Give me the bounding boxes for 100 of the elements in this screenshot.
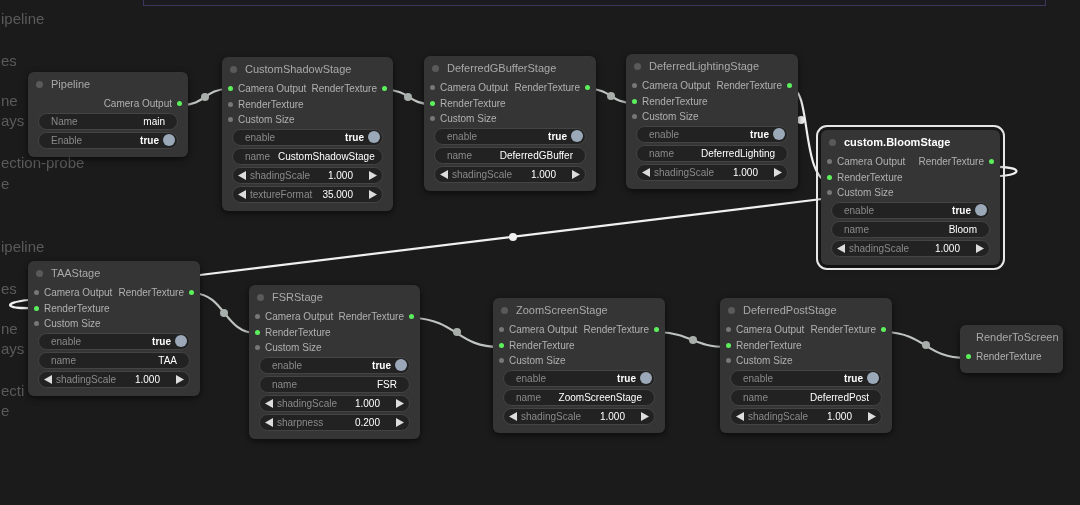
input-label: Camera Output <box>736 323 805 338</box>
number-widget[interactable]: shadingScale 1.000 <box>38 370 190 388</box>
number-widget[interactable]: shadingScale 1.000 <box>831 239 990 257</box>
background-text: ipeline <box>1 237 45 257</box>
graph-node[interactable]: FSRStage Camera Output RenderTexture RenderTexture Custom Size enable true name FSR shadingScale 1.000 sharpness 0.200 <box>249 285 420 439</box>
text-widget[interactable]: name FSR <box>259 375 410 393</box>
text-widget[interactable]: name Bloom <box>831 220 990 238</box>
toggle-widget[interactable]: enable true <box>636 125 788 143</box>
node-title: FSRStage <box>272 289 323 305</box>
number-widget[interactable]: shadingScale 1.000 <box>503 407 655 425</box>
graph-node[interactable]: CustomShadowStage Camera Output RenderTexture RenderTexture Custom Size enable true name CustomShadowStage shadingScale 1.000 textureFormat 35.000 <box>222 57 393 211</box>
input-label: Camera Output <box>440 81 509 96</box>
node-title: ZoomScreenStage <box>516 302 608 318</box>
background-text: ays <box>1 339 25 359</box>
graph-node[interactable]: DeferredPostStage Camera Output RenderTexture RenderTexture Custom Size enable true name DeferredPost shadingScale 1.000 <box>720 298 892 433</box>
graph-node[interactable]: RenderToScreen RenderTexture <box>960 325 1063 373</box>
text-widget[interactable]: name ZoomScreenStage <box>503 388 655 406</box>
output-label: RenderTexture <box>118 286 184 301</box>
input-label: Custom Size <box>238 113 295 128</box>
node-title: RenderToScreen <box>976 329 1059 345</box>
input-label: Custom Size <box>642 110 699 125</box>
background-text: es <box>1 279 17 299</box>
graph-node[interactable]: DeferredLightingStage Camera Output RenderTexture RenderTexture Custom Size enable true name DeferredLighting shadingScale 1.000 <box>626 54 798 189</box>
input-label: RenderTexture <box>736 338 802 353</box>
graph-node[interactable]: TAAStage Camera Output RenderTexture RenderTexture Custom Size enable true name TAA shadingScale 1.000 <box>28 261 200 396</box>
input-label: RenderTexture <box>265 325 331 340</box>
input-label: Custom Size <box>265 341 322 356</box>
node-marker-icon <box>36 269 43 277</box>
input-label: RenderTexture <box>238 97 304 112</box>
number-widget[interactable]: shadingScale 1.000 <box>434 165 586 183</box>
number-widget[interactable]: shadingScale 1.000 <box>259 394 410 412</box>
node-title: TAAStage <box>51 265 101 281</box>
toggle-widget[interactable]: enable true <box>259 356 410 374</box>
output-label: RenderTexture <box>583 323 649 338</box>
text-widget[interactable]: Name main <box>38 112 178 130</box>
input-label: Custom Size <box>44 317 101 332</box>
left-arrow-icon[interactable] <box>44 374 52 384</box>
output-label: RenderTexture <box>514 81 580 96</box>
input-label: Camera Output <box>509 323 578 338</box>
left-arrow-icon[interactable] <box>509 411 517 421</box>
background-text: ecti <box>1 381 25 401</box>
background-text: ne <box>1 91 18 111</box>
input-label: Camera Output <box>44 286 113 301</box>
left-arrow-icon[interactable] <box>837 243 845 253</box>
number-widget[interactable]: sharpness 0.200 <box>259 413 410 431</box>
output-label: RenderTexture <box>338 310 404 325</box>
node-title: DeferredLightingStage <box>649 58 760 74</box>
node-title: CustomShadowStage <box>245 61 352 77</box>
right-arrow-icon[interactable] <box>868 411 876 421</box>
input-label: RenderTexture <box>509 338 575 353</box>
text-widget[interactable]: name CustomShadowStage <box>232 147 383 165</box>
toggle-widget[interactable]: enable true <box>232 128 383 146</box>
node-marker-icon <box>634 62 641 70</box>
number-widget[interactable]: shadingScale 1.000 <box>232 166 383 184</box>
toggle-widget[interactable]: enable true <box>730 369 882 387</box>
input-label: Camera Output <box>238 82 307 97</box>
toggle-widget[interactable]: enable true <box>503 369 655 387</box>
number-widget[interactable]: textureFormat 35.000 <box>232 185 383 203</box>
left-arrow-icon[interactable] <box>440 169 448 179</box>
text-widget[interactable]: name DeferredPost <box>730 388 882 406</box>
right-arrow-icon[interactable] <box>641 411 649 421</box>
toggle-widget[interactable]: enable true <box>38 332 190 350</box>
toggle-widget[interactable]: enable true <box>831 201 990 219</box>
input-label: Custom Size <box>509 354 566 369</box>
right-arrow-icon[interactable] <box>976 243 984 253</box>
text-widget[interactable]: name TAA <box>38 351 190 369</box>
node-title: DeferredGBufferStage <box>447 60 557 76</box>
graph-node[interactable]: Pipeline Camera Output Name main Enable true <box>28 72 188 157</box>
left-arrow-icon[interactable] <box>736 411 744 421</box>
text-widget[interactable]: name DeferredLighting <box>636 144 788 162</box>
input-label: Custom Size <box>440 112 497 127</box>
background-text: e <box>1 401 10 421</box>
output-label: RenderTexture <box>716 79 782 94</box>
left-arrow-icon[interactable] <box>642 167 650 177</box>
graph-node[interactable]: DeferredGBufferStage Camera Output RenderTexture RenderTexture Custom Size enable true name DeferredGBuffer shadingScale 1.000 <box>424 56 596 191</box>
input-label: Camera Output <box>642 79 711 94</box>
input-label: Custom Size <box>837 186 894 201</box>
text-widget[interactable]: name DeferredGBuffer <box>434 146 586 164</box>
right-arrow-icon[interactable] <box>572 169 580 179</box>
background-text: es <box>1 51 17 71</box>
node-title: custom.BloomStage <box>844 134 951 150</box>
input-label: RenderTexture <box>44 301 110 316</box>
toggle-widget[interactable]: Enable true <box>38 131 178 149</box>
number-widget[interactable]: shadingScale 1.000 <box>730 407 882 425</box>
node-title: Pipeline <box>51 76 91 92</box>
right-arrow-icon[interactable] <box>176 374 184 384</box>
background-text: ipeline <box>1 9 45 29</box>
toggle-widget[interactable]: enable true <box>434 127 586 145</box>
graph-node[interactable]: ZoomScreenStage Camera Output RenderTexture RenderTexture Custom Size enable true name ZoomScreenStage shadingScale 1.000 <box>493 298 665 433</box>
node-marker-icon <box>230 65 237 73</box>
background-text: e <box>1 174 10 194</box>
node-marker-icon <box>501 306 508 314</box>
output-label: RenderTexture <box>918 155 984 170</box>
background-text: ays <box>1 111 25 131</box>
input-label: RenderTexture <box>642 94 708 109</box>
input-label: RenderTexture <box>440 96 506 111</box>
input-label: RenderTexture <box>976 350 1042 365</box>
number-widget[interactable]: shadingScale 1.000 <box>636 163 788 181</box>
node-title: DeferredPostStage <box>743 302 837 318</box>
right-arrow-icon[interactable] <box>774 167 782 177</box>
